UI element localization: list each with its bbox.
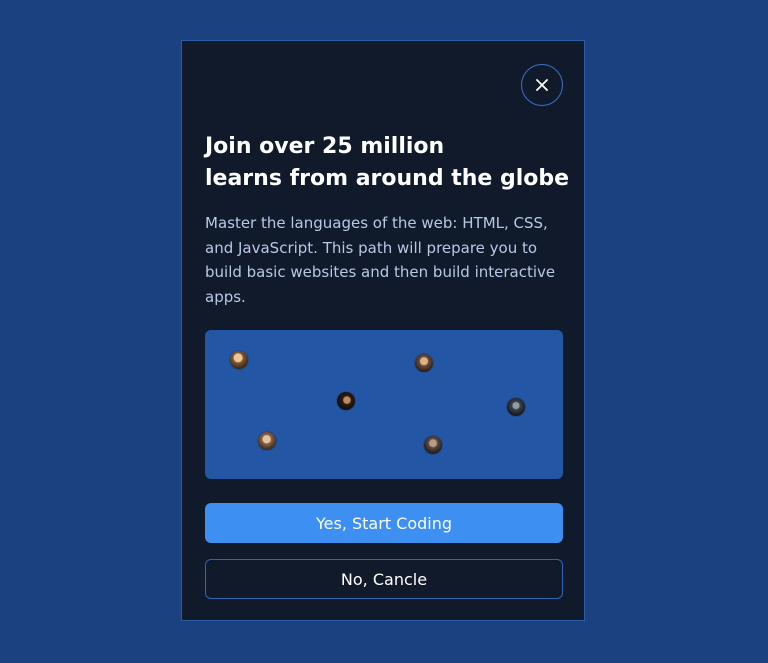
modal-title-line-2: learns from around the globe [205,166,570,191]
modal-description: Master the languages of the web: HTML, C… [205,214,556,306]
start-coding-button[interactable]: Yes, Start Coding [205,503,563,543]
avatar [415,354,433,372]
signup-modal: Join over 25 million learns from around … [181,40,585,621]
modal-title: Join over 25 million learns from around … [205,131,570,195]
avatar [230,351,248,369]
avatar [507,398,525,416]
avatar [258,432,276,450]
avatar [337,392,355,410]
avatar [424,436,442,454]
community-map [205,330,563,479]
close-icon [536,79,548,91]
cancel-button[interactable]: No, Cancle [205,559,563,599]
modal-title-line-1: Join over 25 million [205,134,445,159]
close-button[interactable] [521,64,563,106]
